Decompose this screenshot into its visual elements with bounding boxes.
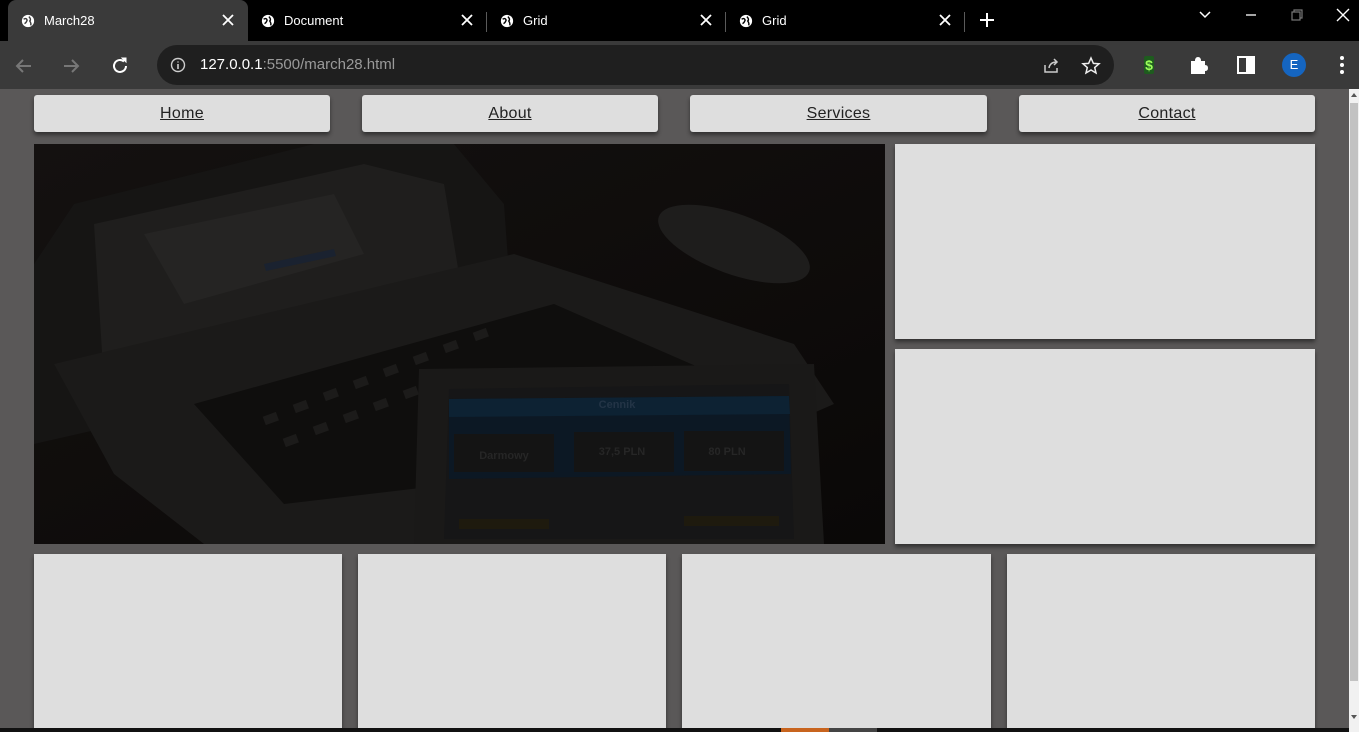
nav-services-link[interactable]: Services bbox=[690, 95, 987, 132]
url-host: 127.0.0.1 bbox=[200, 56, 263, 73]
nav-contact-link[interactable]: Contact bbox=[1019, 95, 1315, 132]
taskbar-active-indicator bbox=[781, 728, 829, 732]
scroll-up-arrow-icon[interactable] bbox=[1350, 91, 1358, 99]
globe-icon bbox=[261, 14, 275, 28]
tab-grid-1[interactable]: Grid bbox=[487, 0, 725, 41]
profile-avatar[interactable]: E bbox=[1282, 53, 1306, 77]
tab-march28[interactable]: March28 bbox=[8, 0, 248, 41]
tab-title: March28 bbox=[44, 13, 95, 28]
tab-strip: March28 Document Grid Grid bbox=[0, 0, 1359, 41]
globe-icon bbox=[500, 14, 514, 28]
scrollbar-thumb[interactable] bbox=[1350, 103, 1358, 681]
tablet-price-mid: 37,5 PLN bbox=[599, 446, 646, 458]
tab-title: Document bbox=[284, 13, 344, 28]
restore-icon[interactable] bbox=[1287, 8, 1307, 22]
menu-kebab-icon[interactable] bbox=[1331, 54, 1353, 76]
minimize-icon[interactable] bbox=[1241, 8, 1261, 22]
page-viewport: Home About Services Contact Cennik Darmo… bbox=[0, 89, 1359, 732]
tablet-price-high: 80 PLN bbox=[708, 446, 745, 458]
scroll-down-arrow-icon[interactable] bbox=[1350, 713, 1358, 721]
forward-arrow-icon[interactable] bbox=[60, 55, 82, 77]
url-path: :5500/march28.html bbox=[262, 56, 396, 73]
globe-icon bbox=[739, 14, 753, 28]
bookmark-star-icon[interactable] bbox=[1081, 56, 1101, 76]
side-panel-icon[interactable] bbox=[1235, 54, 1257, 76]
browser-toolbar: 127.0.0.1:5500/march28.html $ E bbox=[0, 41, 1359, 89]
share-icon[interactable] bbox=[1041, 56, 1061, 76]
close-window-icon[interactable] bbox=[1333, 8, 1353, 22]
tab-title: Grid bbox=[523, 13, 548, 28]
grid-card-right-top bbox=[895, 144, 1315, 339]
close-icon[interactable] bbox=[698, 12, 714, 28]
close-icon[interactable] bbox=[937, 12, 953, 28]
address-bar[interactable]: 127.0.0.1:5500/march28.html bbox=[157, 45, 1114, 85]
tablet-screen-heading: Cennik bbox=[599, 399, 637, 411]
grid-card-bottom-1 bbox=[34, 554, 342, 732]
reload-icon[interactable] bbox=[109, 55, 131, 77]
taskbar-indicator bbox=[829, 728, 877, 732]
svg-text:$: $ bbox=[1145, 57, 1153, 73]
taskbar-edge bbox=[0, 728, 1349, 732]
tab-document[interactable]: Document bbox=[248, 0, 486, 41]
tablet-price-free: Darmowy bbox=[479, 450, 529, 462]
site-info-icon[interactable] bbox=[170, 57, 186, 73]
grid-card-bottom-3 bbox=[682, 554, 991, 732]
hero-image: Cennik Darmowy 37,5 PLN 80 PLN bbox=[34, 144, 885, 544]
tab-grid-2[interactable]: Grid bbox=[726, 0, 964, 41]
nav-home-link[interactable]: Home bbox=[34, 95, 330, 132]
url-text[interactable]: 127.0.0.1:5500/march28.html bbox=[200, 56, 395, 73]
tab-search-icon[interactable] bbox=[1195, 8, 1215, 22]
new-tab-icon[interactable] bbox=[978, 11, 996, 29]
laptop-photo: Cennik Darmowy 37,5 PLN 80 PLN bbox=[34, 144, 885, 544]
close-icon[interactable] bbox=[220, 12, 236, 28]
grid-card-bottom-2 bbox=[358, 554, 666, 732]
extensions-puzzle-icon[interactable] bbox=[1187, 54, 1209, 76]
nav-about-link[interactable]: About bbox=[362, 95, 658, 132]
vertical-scrollbar[interactable] bbox=[1349, 89, 1359, 732]
tab-separator bbox=[964, 12, 965, 32]
grid-card-right-bottom bbox=[895, 349, 1315, 544]
globe-icon bbox=[21, 14, 35, 28]
tab-title: Grid bbox=[762, 13, 787, 28]
extension-dollar-icon[interactable]: $ bbox=[1138, 54, 1160, 76]
grid-card-bottom-4 bbox=[1007, 554, 1315, 732]
close-icon[interactable] bbox=[459, 12, 475, 28]
back-arrow-icon[interactable] bbox=[13, 55, 35, 77]
